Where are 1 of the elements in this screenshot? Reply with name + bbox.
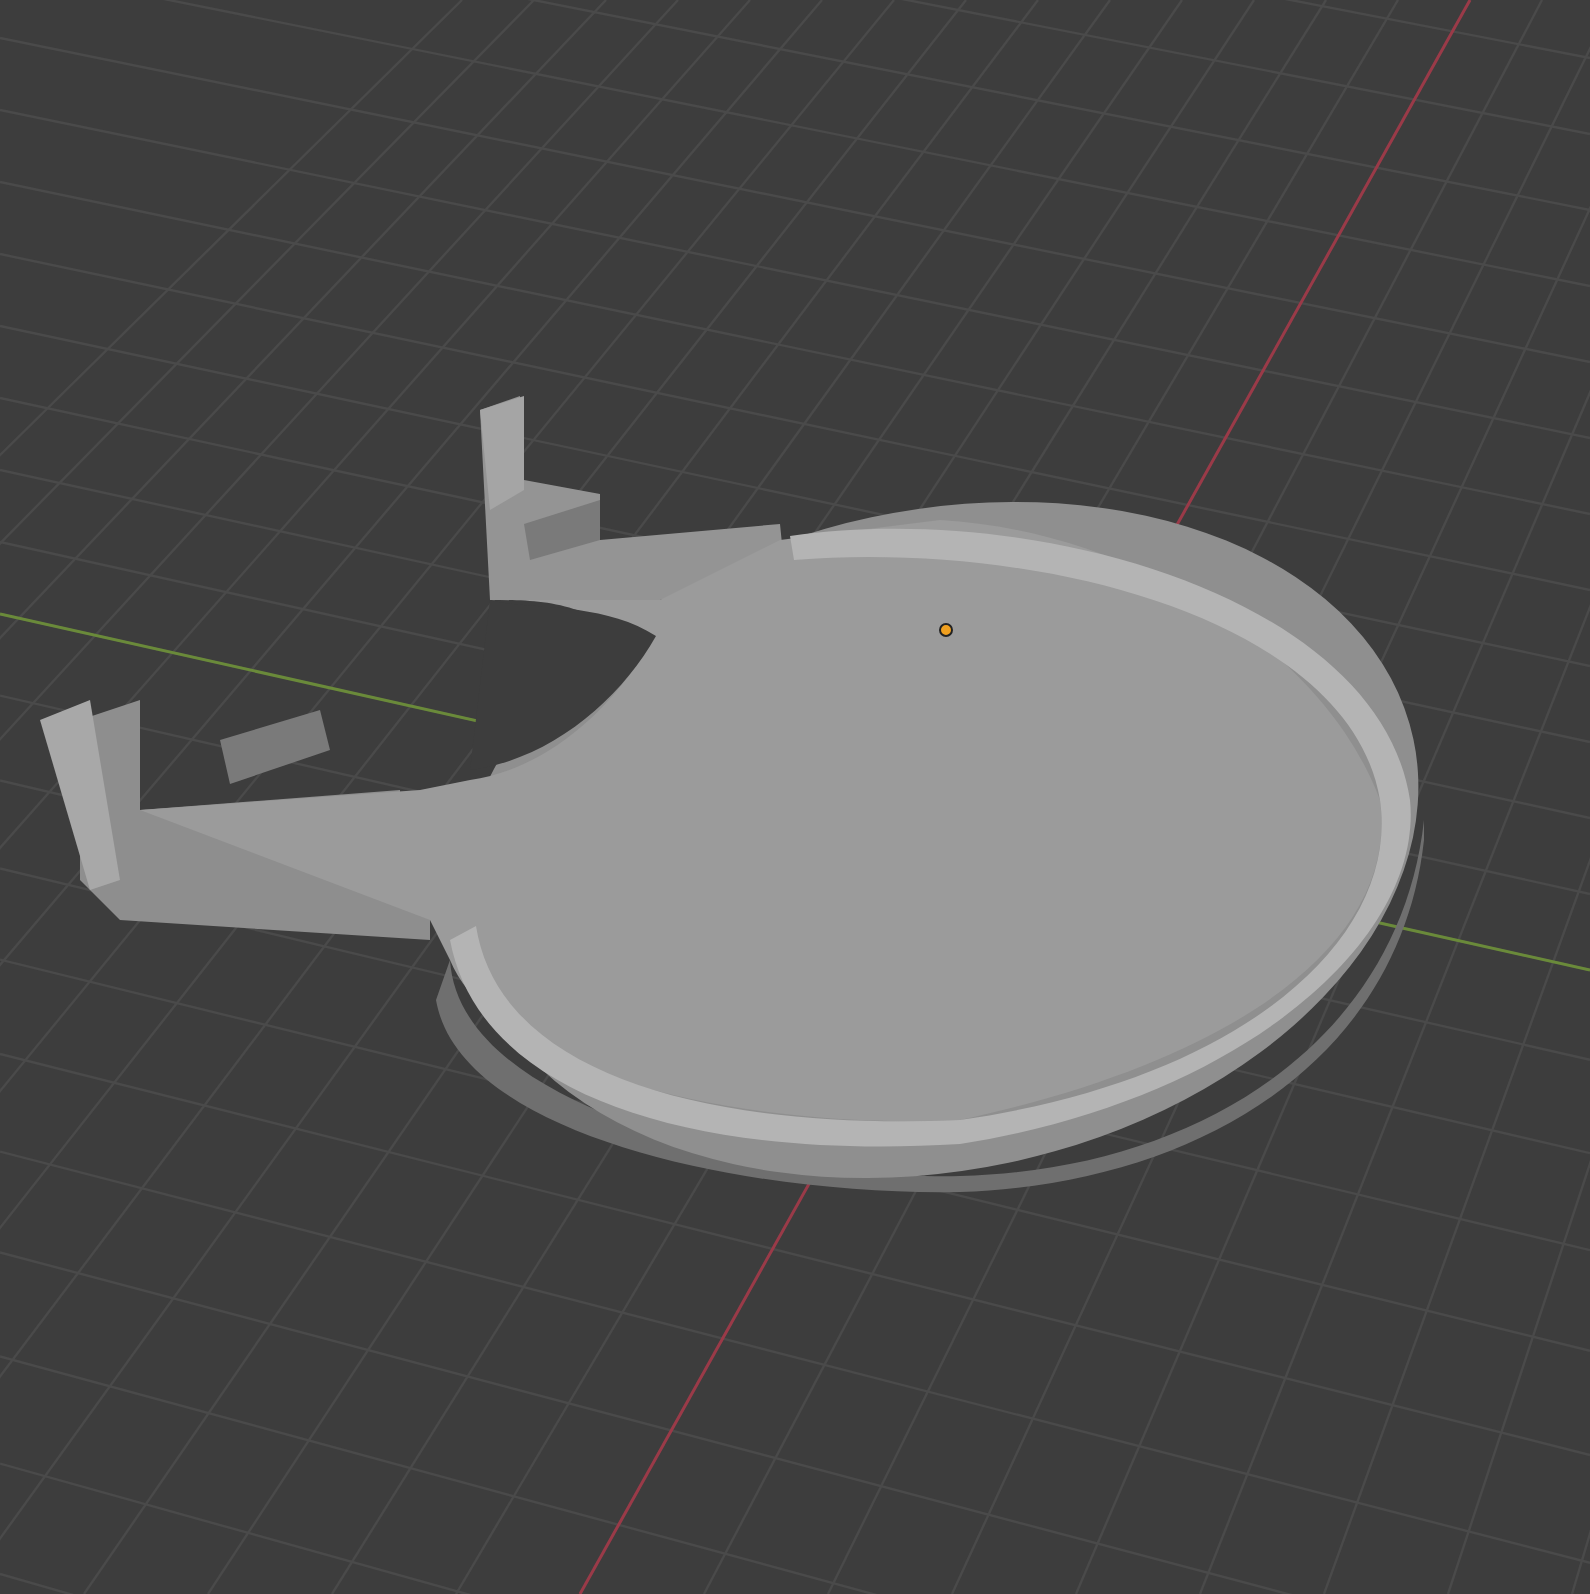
origin-point-icon <box>939 623 953 637</box>
